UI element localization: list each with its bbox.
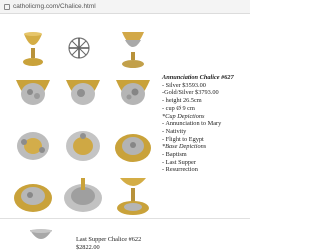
cup-depictions-heading: *Cup Depictions — [162, 113, 250, 121]
base-depictions-heading: *Base Depictions — [162, 143, 250, 151]
node-detail-1-picture — [10, 124, 56, 170]
chalice-bottom-cross-emblem-image[interactable] — [58, 30, 100, 66]
lock-icon — [4, 4, 10, 10]
cup-relief-2-picture — [60, 74, 106, 120]
price-gold-silver: -Gold/Silver $3793.00 — [162, 89, 250, 97]
cup-depiction-item: - Flight to Egypt — [162, 136, 250, 144]
chalice-cup-relief-2-image[interactable] — [60, 74, 106, 120]
chalice-cup-relief-1-image[interactable] — [10, 74, 56, 120]
node-detail-2-picture — [60, 124, 106, 170]
url-text: catholicmg.com/Chalice.html — [13, 3, 96, 10]
last-supper-chalice-picture — [28, 228, 54, 250]
base-silver-picture — [60, 172, 106, 218]
chalice-node-detail-2-image[interactable] — [60, 124, 106, 170]
address-bar[interactable]: catholicmg.com/Chalice.html — [0, 0, 250, 14]
cup-relief-1-picture — [10, 74, 56, 120]
next-product-title[interactable]: Last Supper Chalice #622 — [76, 236, 141, 244]
cup-depiction-item: - Annunciation to Mary — [162, 120, 250, 128]
section-divider — [0, 218, 250, 219]
base-depiction-item: - Resurrection — [162, 166, 250, 174]
base-angle-picture — [110, 172, 156, 218]
base-depiction-item: - Baptism — [162, 151, 250, 159]
chalice-base-silver-image[interactable] — [60, 172, 106, 218]
chalice-side-view-image[interactable] — [110, 24, 156, 70]
product-title: Annunciation Chalice #627 — [162, 74, 250, 82]
price-silver: - Silver $3593.00 — [162, 82, 250, 90]
chalice-base-relief-2-image[interactable] — [10, 172, 56, 218]
cup-depiction-item: - Nativity — [162, 128, 250, 136]
chalice-full-gold-picture — [10, 24, 56, 70]
base-relief-1-picture — [110, 124, 156, 170]
product-info: Annunciation Chalice #627 - Silver $3593… — [162, 74, 250, 174]
next-product-info: Last Supper Chalice #622 $2822.00 — [76, 236, 141, 251]
height-spec: - height 26.5cm — [162, 97, 250, 105]
cross-emblem-picture — [58, 30, 100, 66]
chalice-node-detail-1-image[interactable] — [10, 124, 56, 170]
cup-diameter-spec: - cup Ø 9 cm — [162, 105, 250, 113]
last-supper-chalice-image[interactable] — [28, 228, 54, 250]
chalice-base-relief-1-image[interactable] — [110, 124, 156, 170]
chalice-base-angle-image[interactable] — [110, 172, 156, 218]
base-relief-2-picture — [10, 172, 56, 218]
base-depiction-item: - Last Supper — [162, 159, 250, 167]
chalice-full-gold-image[interactable] — [10, 24, 56, 70]
chalice-cup-relief-3-image[interactable] — [110, 74, 156, 120]
cup-relief-3-picture — [110, 74, 156, 120]
chalice-side-picture — [110, 24, 156, 70]
